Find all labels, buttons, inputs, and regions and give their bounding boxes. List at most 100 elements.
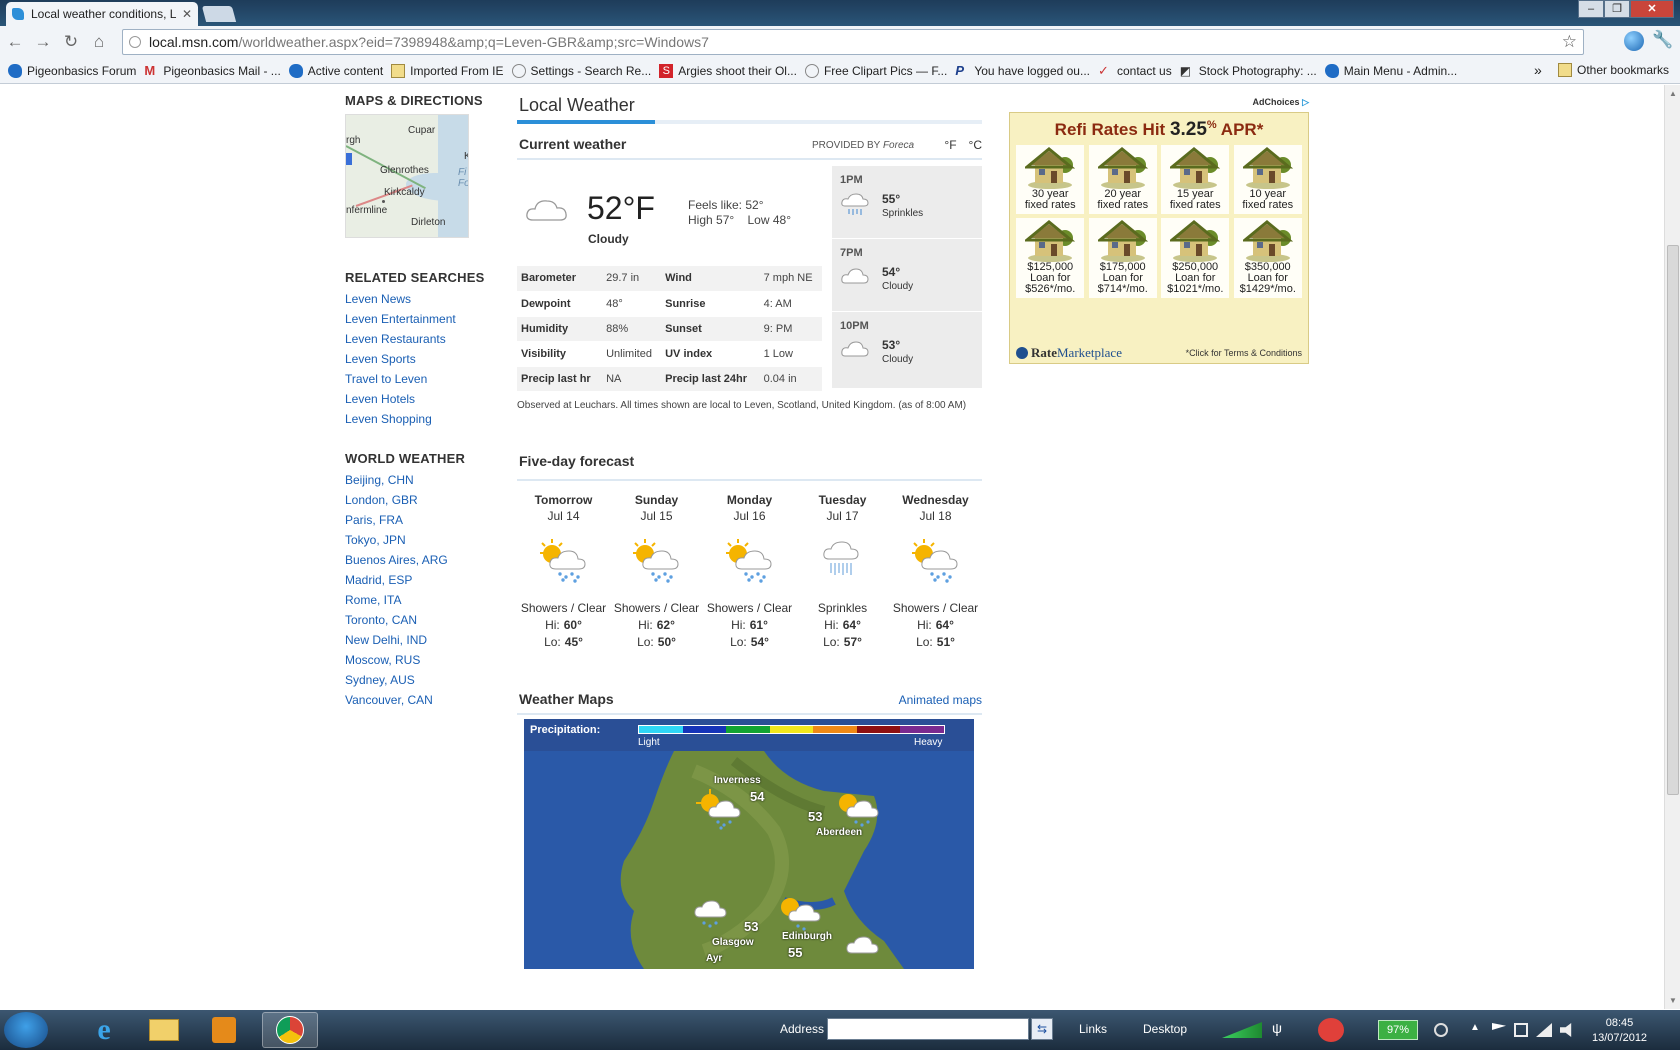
bookmark-item[interactable]: Active content [288,63,383,78]
chrome-icon[interactable] [262,1012,318,1048]
map-temp: 53 [808,809,823,824]
world-city-link[interactable]: Rome, ITA [345,593,401,607]
world-city-link[interactable]: Paris, FRA [345,513,403,527]
other-bookmarks[interactable]: Other bookmarks [1558,63,1669,77]
forward-button[interactable]: → [30,29,56,55]
maximize-button[interactable]: ❐ [1604,0,1630,18]
back-button[interactable]: ← [2,29,28,55]
close-window-button[interactable]: ✕ [1630,0,1674,18]
globe-extension-icon[interactable] [1624,31,1644,51]
system-clock[interactable]: 08:45 13/07/2012 [1592,1016,1647,1046]
antenna-icon[interactable]: ψ [1272,1020,1282,1036]
world-city-link[interactable]: Buenos Aires, ARG [345,553,448,567]
home-button[interactable]: ⌂ [86,29,112,55]
taskbar-address-input[interactable] [827,1018,1029,1040]
world-city-link[interactable]: Toronto, CAN [345,613,417,627]
scroll-thumb[interactable] [1667,245,1679,795]
bookmark-item[interactable]: Settings - Search Re... [511,63,651,78]
advertisement[interactable]: AdChoices ▷ Refi Rates Hit 3.25% APR* 30… [1009,97,1309,364]
tab-local-weather[interactable]: Local weather conditions, L ✕ [6,2,198,26]
volume-icon[interactable] [1560,1023,1572,1037]
ad-offer[interactable]: $125,000 Loan for $526*/mo. [1016,218,1085,298]
network-bars-icon[interactable] [1536,1023,1552,1037]
new-tab-button[interactable] [201,6,237,22]
media-player-icon[interactable] [196,1012,252,1048]
world-city-link[interactable]: Madrid, ESP [345,573,412,587]
world-city-link[interactable]: Tokyo, JPN [345,533,406,547]
ad-offer[interactable]: 10 year fixed rates [1233,145,1302,214]
notification-app-icon[interactable] [1318,1018,1344,1042]
related-link[interactable]: Leven Restaurants [345,332,446,346]
ad-offer[interactable]: 15 year fixed rates [1161,145,1230,214]
tray-sync-icon[interactable] [1434,1023,1448,1037]
hourly-item: 1PM 55° Sprinkles [832,166,982,239]
precipitation-map[interactable]: Precipitation: Light Heavy 54 Inverness … [524,719,974,969]
wrench-menu-icon[interactable]: 🔧 [1652,30,1673,50]
title-underline [517,120,982,124]
bookmark-item[interactable]: S Argies shoot their Ol... [659,63,797,78]
desktop-toolbar[interactable]: Desktop [1143,1022,1187,1036]
tab-close-icon[interactable]: ✕ [182,7,192,21]
tray-device-icon[interactable] [1514,1023,1528,1037]
world-city-link[interactable]: Sydney, AUS [345,673,415,687]
world-city-link[interactable]: New Delhi, IND [345,633,427,647]
bookmark-item[interactable]: ◩ Stock Photography: ... [1180,64,1317,78]
mini-map[interactable]: Cupar Glenrothes Kirkcaldy nfermline Dir… [345,114,469,238]
hour-temp: 53° [882,338,901,352]
bookmark-item[interactable]: Free Clipart Pics — F... [804,63,947,78]
reload-button[interactable]: ↻ [58,29,84,55]
scroll-down-icon[interactable]: ▼ [1669,996,1677,1005]
tray-expand-icon[interactable]: ▲ [1470,1022,1480,1033]
bookmark-star-icon[interactable]: ☆ [1562,32,1577,52]
related-link[interactable]: Leven Sports [345,352,416,366]
bookmark-item[interactable]: M Pigeonbasics Mail - ... [144,63,280,78]
ad-offer[interactable]: 30 year fixed rates [1016,145,1085,214]
world-city-link[interactable]: Beijing, CHN [345,473,414,487]
forecast-low: Lo: 50° [610,635,703,649]
adchoices[interactable]: AdChoices ▷ [1009,97,1309,108]
hour-temp: 55° [882,192,901,206]
map-zoom-control[interactable] [346,153,352,165]
center-column: Local Weather Current weather PROVIDED B… [517,85,982,969]
scroll-up-icon[interactable]: ▲ [1669,89,1677,98]
address-bar[interactable]: local.msn.com/worldweather.aspx?eid=7398… [122,29,1584,55]
links-toolbar[interactable]: Links [1079,1022,1107,1036]
related-link[interactable]: Leven Hotels [345,392,415,406]
animated-maps-link[interactable]: Animated maps [899,693,982,707]
list-item: Leven Entertainment [345,309,505,329]
start-button[interactable] [4,1012,48,1048]
page-info-icon[interactable] [129,36,141,48]
world-city-link[interactable]: Vancouver, CAN [345,693,433,707]
related-link[interactable]: Leven News [345,292,411,306]
celsius-toggle[interactable]: °C [969,138,982,152]
fahrenheit-toggle[interactable]: °F [944,138,956,152]
bookmark-item[interactable]: P You have logged ou... [955,63,1090,78]
related-link[interactable]: Travel to Leven [345,372,427,386]
bookmark-item[interactable]: Imported From IE [391,63,504,78]
ad-offer[interactable]: $175,000 Loan for $714*/mo. [1088,218,1157,298]
related-searches-list: Leven News Leven Entertainment Leven Res… [345,289,505,429]
world-city-link[interactable]: London, GBR [345,493,418,507]
ad-banner[interactable]: Refi Rates Hit 3.25% APR* 30 year fixed r… [1009,112,1309,364]
ad-offer[interactable]: $350,000 Loan for $1429*/mo. [1233,218,1302,298]
ad-offer[interactable]: $250,000 Loan for $1021*/mo. [1161,218,1230,298]
list-item: Toronto, CAN [345,610,505,630]
related-link[interactable]: Leven Shopping [345,412,432,426]
action-center-flag-icon[interactable] [1492,1023,1506,1030]
signal-strength-icon[interactable] [1222,1022,1262,1038]
file-explorer-icon[interactable] [136,1012,192,1048]
sun-showers-icon [696,787,744,836]
battery-indicator[interactable]: 97% [1378,1020,1418,1040]
world-city-link[interactable]: Moscow, RUS [345,653,420,667]
minimize-button[interactable]: – [1578,0,1604,18]
page-scrollbar[interactable]: ▲ ▼ [1664,85,1680,1009]
related-link[interactable]: Leven Entertainment [345,312,456,326]
more-bookmarks-chevron-icon[interactable]: » [1534,62,1542,78]
bookmark-item[interactable]: Main Menu - Admin... [1324,63,1457,78]
internet-explorer-icon[interactable]: e [76,1012,132,1048]
address-go-icon[interactable]: ⇆ [1031,1018,1053,1040]
ad-offer[interactable]: 20 year fixed rates [1088,145,1157,214]
bookmark-item[interactable]: Pigeonbasics Forum [8,63,136,78]
ad-terms-link[interactable]: *Click for Terms & Conditions [1186,348,1302,358]
bookmark-item[interactable]: ✓ contact us [1098,63,1172,78]
